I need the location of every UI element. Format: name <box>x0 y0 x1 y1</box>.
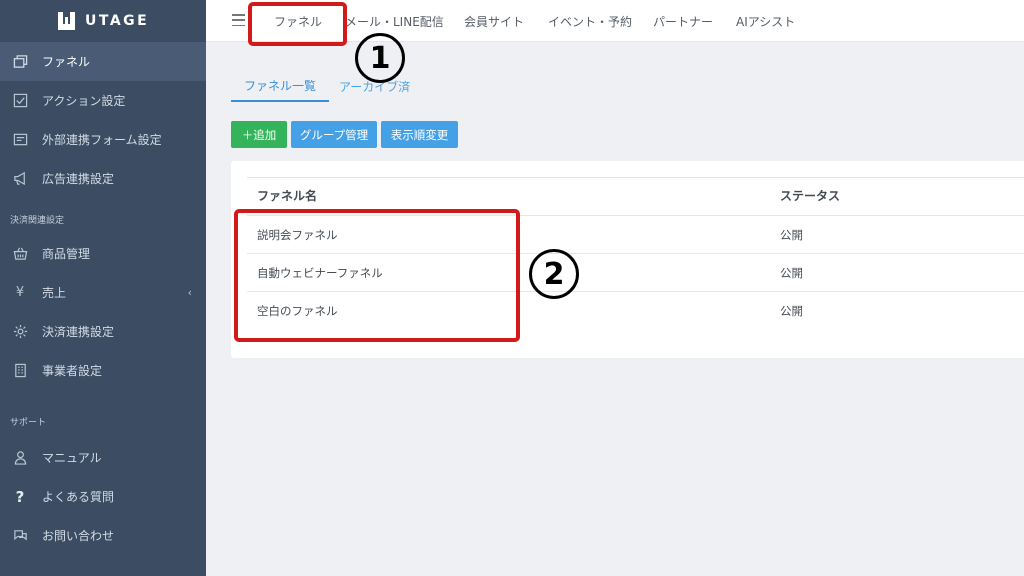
sidebar-item-manual[interactable]: マニュアル <box>0 438 206 477</box>
tab-funnel-list[interactable]: ファネル一覧 <box>231 70 330 102</box>
sidebar-item-label: 商品管理 <box>42 247 91 261</box>
sidebar-item-label: お問い合わせ <box>42 529 115 543</box>
logo[interactable]: UTAGE <box>0 0 206 42</box>
sidebar: UTAGE ファネル アクション設定 外部連携フォーム設定 広告連携設定 決済関… <box>0 0 206 576</box>
yen-icon: ¥ <box>15 285 25 300</box>
column-header-status[interactable]: ステータス <box>780 187 840 204</box>
sidebar-item-label: 決済連携設定 <box>42 325 115 339</box>
building-icon <box>12 363 28 379</box>
sidebar-item-label: マニュアル <box>42 451 102 465</box>
sidebar-item-label: 外部連携フォーム設定 <box>42 133 162 147</box>
sidebar-item-faq[interactable]: ? よくある質問 <box>0 477 206 516</box>
annotation-highlight-box-2 <box>234 209 520 342</box>
topnav-member-site[interactable]: 会員サイト <box>464 0 524 42</box>
table-top-divider <box>247 177 1024 178</box>
sidebar-item-sales[interactable]: ¥ 売上 ‹ <box>0 273 206 312</box>
gear-icon <box>12 324 28 340</box>
display-order-button[interactable]: 表示順変更 <box>381 121 458 148</box>
megaphone-icon <box>12 171 28 187</box>
chevron-left-icon: ‹ <box>187 286 192 299</box>
sidebar-item-label: ファネル <box>42 55 91 69</box>
sidebar-item-funnel[interactable]: ファネル <box>0 42 206 81</box>
sidebar-item-label: 広告連携設定 <box>42 172 115 186</box>
sidebar-item-label: よくある質問 <box>42 490 115 504</box>
sidebar-item-contact[interactable]: お問い合わせ <box>0 516 206 555</box>
sidebar-item-business-settings[interactable]: 事業者設定 <box>0 351 206 390</box>
basket-icon <box>12 246 28 262</box>
column-header-funnel-name[interactable]: ファネル名 <box>257 187 317 204</box>
sidebar-item-external-form[interactable]: 外部連携フォーム設定 <box>0 120 206 159</box>
person-icon <box>12 450 28 466</box>
checklist-icon <box>12 93 28 109</box>
topnav-event-reservation[interactable]: イベント・予約 <box>548 0 632 42</box>
section-label-payment: 決済関連設定 <box>10 215 65 226</box>
sidebar-item-products[interactable]: 商品管理 <box>0 234 206 273</box>
status-cell: 公開 <box>780 304 803 318</box>
sidebar-item-payment-integration[interactable]: 決済連携設定 <box>0 312 206 351</box>
chat-icon <box>12 528 28 544</box>
annotation-highlight-box-1 <box>248 2 347 46</box>
topnav-ai-assist[interactable]: AIアシスト <box>736 0 795 42</box>
annotation-marker-2: 2 <box>529 249 579 299</box>
question-icon: ? <box>15 487 25 506</box>
topnav-partner[interactable]: パートナー <box>653 0 713 42</box>
annotation-marker-1: 1 <box>355 33 405 83</box>
sidebar-item-ad-integration[interactable]: 広告連携設定 <box>0 159 206 198</box>
group-management-button[interactable]: グループ管理 <box>291 121 377 148</box>
sidebar-item-action-settings[interactable]: アクション設定 <box>0 81 206 120</box>
form-icon <box>12 132 28 148</box>
window-stack-icon <box>12 54 28 70</box>
topnav-mail-line[interactable]: メール・LINE配信 <box>345 0 444 42</box>
utage-logo-icon <box>58 12 75 30</box>
logo-text: UTAGE <box>85 13 150 29</box>
status-cell: 公開 <box>780 228 803 242</box>
add-button[interactable]: ＋追加 <box>231 121 287 148</box>
status-cell: 公開 <box>780 266 803 280</box>
hamburger-menu-icon[interactable] <box>232 14 245 26</box>
sidebar-item-label: 事業者設定 <box>42 364 103 378</box>
section-label-support: サポート <box>10 417 47 428</box>
sidebar-item-label: アクション設定 <box>42 94 126 108</box>
sidebar-item-label: 売上 <box>42 286 67 300</box>
